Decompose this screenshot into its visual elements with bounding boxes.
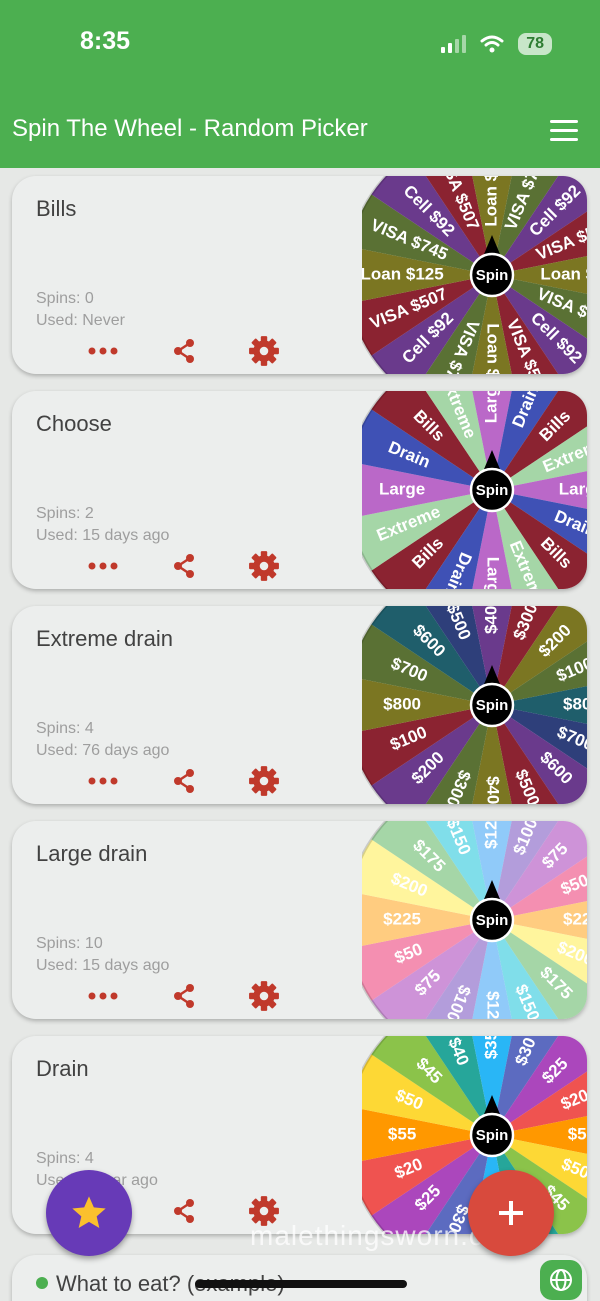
wheel-segment-label: Loan $125 bbox=[540, 264, 587, 283]
wheel-segment-label: $35 bbox=[481, 1036, 500, 1059]
settings-gear-icon[interactable] bbox=[247, 549, 281, 583]
wheel-segment-label: $225 bbox=[383, 909, 421, 928]
spin-label: Spin bbox=[476, 697, 509, 714]
wifi-icon bbox=[480, 35, 504, 53]
wheel-segment-label: Loan $125 bbox=[362, 264, 444, 283]
cell-signal-icon bbox=[441, 35, 467, 53]
more-dots-icon[interactable] bbox=[86, 549, 120, 583]
wheel-preview[interactable]: $75$50$225$200$175$150 $125 $100$75$50$225… bbox=[362, 821, 587, 1019]
wheel-segment-label: Large bbox=[379, 479, 425, 498]
wheel-segment-label: $800 bbox=[383, 694, 421, 713]
wheel-segment-label: $400 bbox=[481, 606, 500, 634]
spin-label: Spin bbox=[476, 267, 509, 284]
wheel-preview[interactable]: Cell $92VISA $507Loan $125VISA $745Cell … bbox=[362, 176, 587, 374]
spin-count: Spins: 4 bbox=[36, 720, 94, 737]
spin-label: Spin bbox=[476, 482, 509, 499]
more-dots-icon[interactable] bbox=[86, 334, 120, 368]
wheel-card[interactable]: Bills Spins: 0 Used: Never Cell $92 VISA $50… bbox=[12, 176, 587, 374]
wheel-segment-label: $55 bbox=[388, 1124, 416, 1143]
wheel-segment-label: $55 bbox=[568, 1124, 587, 1143]
wheel-card[interactable]: Large drain Spins: 10 Used: 15 days ago $75… bbox=[12, 821, 587, 1019]
wheel-card-name: Bills bbox=[36, 196, 77, 221]
last-used: Used: 76 days ago bbox=[36, 742, 170, 759]
last-used: Used: 15 days ago bbox=[36, 957, 170, 974]
last-used: Used: Never bbox=[36, 312, 125, 329]
wheel-segment-label: $800 bbox=[563, 694, 587, 713]
app-screen: 8:35 78 Spin The Wheel - Random Picker B… bbox=[0, 0, 600, 1301]
wheel-segment-label: $125 bbox=[481, 821, 500, 849]
battery-level: 78 bbox=[526, 35, 544, 52]
wheel-preview[interactable]: BillsExtremeLargeDrainBillsExtreme Large D… bbox=[362, 391, 587, 589]
status-time: 8:35 bbox=[80, 27, 131, 55]
app-title: Spin The Wheel - Random Picker bbox=[12, 115, 368, 142]
spin-count: Spins: 0 bbox=[36, 290, 94, 307]
share-icon[interactable] bbox=[167, 764, 201, 798]
wheel-card-name: Choose bbox=[36, 411, 112, 436]
share-icon[interactable] bbox=[167, 549, 201, 583]
wheel-segment-label: Loan $125 bbox=[484, 323, 503, 374]
menu-icon[interactable] bbox=[550, 120, 578, 142]
share-icon[interactable] bbox=[167, 1194, 201, 1228]
wheel-segment-label: Loan $125 bbox=[481, 176, 500, 227]
wheel-card-next[interactable]: What to eat? (example) bbox=[12, 1255, 587, 1301]
wheel-card-name: Drain bbox=[36, 1056, 89, 1081]
wheel-segment-label: Large bbox=[481, 391, 500, 423]
wheel-card-name: Extreme drain bbox=[36, 626, 173, 651]
battery-indicator: 78 bbox=[518, 33, 552, 55]
wheel-card-name: Large drain bbox=[36, 841, 148, 866]
wheel-segment-label: $125 bbox=[484, 991, 503, 1019]
share-icon[interactable] bbox=[167, 334, 201, 368]
share-icon[interactable] bbox=[167, 979, 201, 1013]
wheel-segment-label: $225 bbox=[563, 909, 587, 928]
app-bar: 8:35 78 Spin The Wheel - Random Picker bbox=[0, 0, 600, 168]
wheel-card[interactable]: Choose Spins: 2 Used: 15 days ago Bills Extr… bbox=[12, 391, 587, 589]
favorites-button[interactable] bbox=[46, 1170, 132, 1256]
settings-gear-icon[interactable] bbox=[247, 334, 281, 368]
spin-count: Spins: 4 bbox=[36, 1150, 94, 1167]
wheel-segment-label: Large bbox=[484, 557, 503, 589]
spin-count: Spins: 10 bbox=[36, 935, 103, 952]
wheel-preview[interactable]: $200$100$800$700$600$500 $400 $300$200$100… bbox=[362, 606, 587, 804]
add-wheel-button[interactable] bbox=[468, 1170, 554, 1256]
settings-gear-icon[interactable] bbox=[247, 764, 281, 798]
last-used: Used: 15 days ago bbox=[36, 527, 170, 544]
wheel-card[interactable]: Extreme drain Spins: 4 Used: 76 days ago $2… bbox=[12, 606, 587, 804]
more-dots-icon[interactable] bbox=[86, 979, 120, 1013]
status-icons: 78 bbox=[441, 33, 552, 55]
wheel-segment-label: Large bbox=[559, 479, 587, 498]
home-indicator bbox=[195, 1280, 407, 1288]
settings-gear-icon[interactable] bbox=[247, 979, 281, 1013]
spin-count: Spins: 2 bbox=[36, 505, 94, 522]
plus-icon bbox=[499, 1201, 523, 1225]
spin-label: Spin bbox=[476, 1127, 509, 1144]
status-dot bbox=[36, 1277, 48, 1289]
globe-icon[interactable] bbox=[540, 1260, 582, 1300]
spin-label: Spin bbox=[476, 912, 509, 929]
wheel-segment-label: $400 bbox=[484, 776, 503, 804]
more-dots-icon[interactable] bbox=[86, 764, 120, 798]
star-icon bbox=[72, 1196, 106, 1228]
